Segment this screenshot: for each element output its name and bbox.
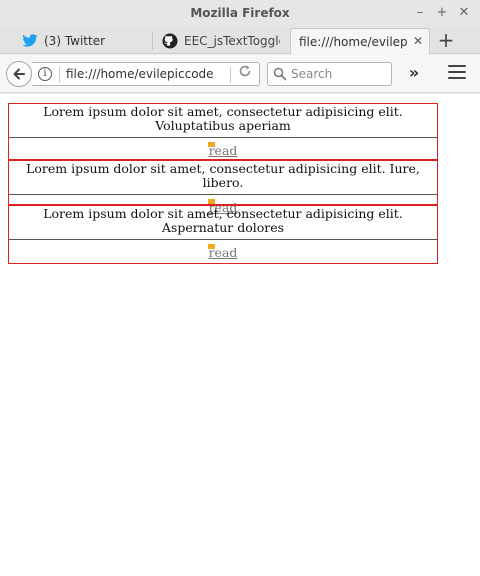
tab-local-file[interactable]: file:///home/evilepiccode ✕: [290, 28, 430, 54]
url-separator: [230, 67, 231, 83]
maximize-button[interactable]: +: [432, 3, 452, 23]
read-link[interactable]: read: [207, 142, 237, 158]
item-text: Lorem ipsum dolor sit amet, consectetur …: [43, 104, 403, 133]
overflow-chevron-icon[interactable]: »: [404, 64, 424, 84]
url-text[interactable]: file:///home/evilepiccode: [66, 67, 226, 81]
flag-marker: [207, 199, 215, 204]
reload-icon[interactable]: [235, 64, 255, 84]
close-tab-icon[interactable]: ✕: [413, 34, 423, 48]
tab-label: file:///home/evilepiccode: [299, 34, 407, 49]
page-content: Lorem ipsum dolor sit amet, consectetur …: [0, 94, 480, 576]
tab-separator: [152, 32, 153, 50]
twitter-icon: [22, 33, 38, 49]
read-link[interactable]: read: [207, 244, 237, 260]
text-toggle-item: Lorem ipsum dolor sit amet, consectetur …: [8, 103, 438, 160]
tab-label: EEC_jsTextToggle: [184, 34, 280, 48]
new-tab-button[interactable]: +: [434, 28, 458, 52]
tab-twitter[interactable]: (3) Twitter: [22, 28, 147, 54]
github-icon: [162, 33, 178, 49]
text-toggle-item: Lorem ipsum dolor sit amet, consectetur …: [8, 205, 438, 264]
navigation-bar: i file:///home/evilepiccode »: [0, 55, 480, 93]
title-bar: Mozilla Firefox – + ✕: [0, 0, 480, 26]
search-icon: [273, 67, 287, 81]
back-arrow-icon: [13, 68, 25, 80]
search-input[interactable]: [291, 65, 389, 83]
back-button[interactable]: [6, 61, 32, 87]
tab-github[interactable]: EEC_jsTextToggle: [162, 28, 280, 54]
minimize-button[interactable]: –: [410, 3, 430, 23]
flag-marker: [207, 244, 215, 249]
tab-strip: (3) Twitter EEC_jsTextToggle file:///hom…: [0, 26, 480, 54]
read-row: read: [9, 138, 437, 158]
flag-marker: [207, 142, 215, 147]
url-bar[interactable]: i file:///home/evilepiccode: [32, 62, 260, 86]
text-toggle-item: Lorem ipsum dolor sit amet, consectetur …: [8, 160, 438, 215]
hamburger-menu-icon[interactable]: [448, 65, 466, 81]
close-window-button[interactable]: ✕: [454, 3, 474, 23]
item-text: Lorem ipsum dolor sit amet, consectetur …: [26, 161, 420, 190]
url-separator: [59, 67, 60, 83]
window-title: Mozilla Firefox: [190, 6, 290, 20]
search-box[interactable]: [267, 62, 392, 86]
read-row: read: [9, 240, 437, 260]
tab-label: (3) Twitter: [44, 34, 106, 48]
item-text: Lorem ipsum dolor sit amet, consectetur …: [43, 206, 403, 235]
browser-window: Mozilla Firefox – + ✕ (3) Twitter EEC_js…: [0, 0, 480, 576]
info-icon[interactable]: i: [38, 67, 52, 81]
